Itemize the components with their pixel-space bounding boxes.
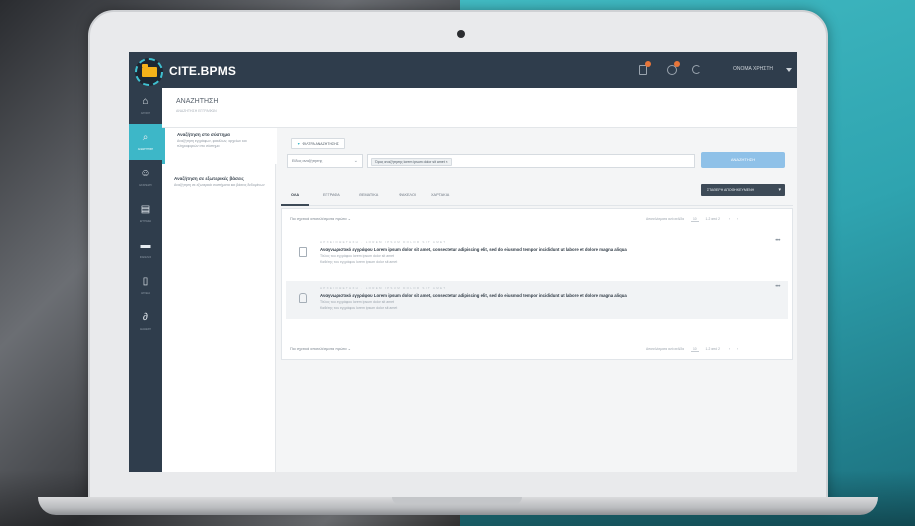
saved-search-label: ΣΤΑΘΕΡΗ ΑΠΟΘΗΚΕΥΜΕΝΗ bbox=[707, 188, 755, 192]
search-type-value: Είδος αναζήτησης bbox=[292, 159, 323, 163]
result-item[interactable]: ΑΡΧΕΙΟΘΕΤΗΣΗ · LOREM IPSUM DOLOR SIT AME… bbox=[286, 235, 788, 273]
folder-logo-icon bbox=[142, 64, 157, 77]
result-path: ΑΡΧΕΙΟΘΕΤΗΣΗ · LOREM IPSUM DOLOR SIT AME… bbox=[320, 240, 447, 244]
alerts-badge bbox=[674, 61, 680, 67]
laptop-camera bbox=[457, 30, 465, 38]
document-icon bbox=[299, 247, 307, 257]
scope-title: Αναζήτηση σε εξωτερικές βάσεις bbox=[174, 176, 244, 181]
search-button[interactable]: ΑΝΑΖΗΤΗΣΗ bbox=[701, 152, 785, 168]
sort-select[interactable]: Πιο σχετικά αποτελέσματα πρώτα ⌄ bbox=[290, 213, 351, 225]
file-icon: ▯ bbox=[142, 276, 149, 287]
result-range: 1-2 από 2 bbox=[705, 347, 720, 351]
sidebar-item-folders[interactable]: ▬ ΦΑΚΕΛΟΙ bbox=[129, 232, 162, 268]
sidebar: ⌂ ΑΡΧΙΚΗ ⌕ ΑΝΑΖΗΤΗΣΗ ☺ ΕΚΚΡΕΜΗ ▤ ΕΓΓΡΑΦΑ… bbox=[129, 88, 162, 472]
sidebar-item-label: ΕΓΓΡΑΦΑ bbox=[139, 220, 152, 223]
scope-item-system[interactable]: Αναζήτηση στο σύστημα Αναζήτηση εγγράφων… bbox=[162, 128, 276, 164]
chevron-down-icon: ▾ bbox=[778, 187, 781, 193]
notification-badge bbox=[645, 61, 651, 67]
tab-folders[interactable]: ΦΑΚΕΛΟΙ bbox=[399, 193, 416, 197]
page-header: ΑΝΑΖΗΤΗΣΗ ΑΝΑΖΗΤΗΣΗ ΕΓΓΡΑΦΩΝ bbox=[162, 88, 797, 128]
tab-all[interactable]: ΟΛΑ bbox=[291, 193, 299, 197]
sidebar-item-workflow[interactable]: ∂ ΔΙΑΘΕΣΗ bbox=[129, 304, 162, 340]
sidebar-item-search[interactable]: ⌕ ΑΝΑΖΗΤΗΣΗ bbox=[129, 124, 162, 160]
per-page-label: Αποτελέσματα ανά σελίδα bbox=[646, 347, 685, 351]
folder-icon: ▬ bbox=[140, 240, 151, 251]
result-path: ΑΡΧΕΙΟΘΕΤΗΣΗ · LOREM IPSUM DOLOR SIT AME… bbox=[320, 286, 447, 290]
workflow-icon: ∂ bbox=[143, 312, 148, 323]
search-terms-input[interactable]: Όρος αναζήτησης lorem ipsum dolor sit am… bbox=[367, 154, 695, 168]
per-page-select[interactable]: 10 bbox=[690, 217, 699, 222]
result-meta: Τίτλος του εγγράφου lorem ipsum dolor si… bbox=[320, 254, 394, 258]
brand-name: CITE.BPMS bbox=[169, 64, 237, 78]
chevron-left-icon[interactable]: ‹ bbox=[729, 217, 730, 221]
result-title[interactable]: Αναγνωριστικό εγγράφου Lorem ipsum dolor… bbox=[320, 293, 627, 298]
result-meta: Καθέτης του εγγράφου lorem ipsum dolor s… bbox=[320, 260, 398, 264]
per-page-label: Αποτελέσματα ανά σελίδα bbox=[646, 217, 685, 221]
per-page-select[interactable]: 10 bbox=[690, 347, 699, 352]
scope-description: Αναζήτηση εγγράφων, φακέλων, αρχείων και… bbox=[177, 139, 247, 148]
tab-topics[interactable]: ΘΕΜΑΤΙΚΑ bbox=[359, 193, 378, 197]
home-icon: ⌂ bbox=[142, 96, 149, 107]
tab-notes[interactable]: ΧΑΡΤΑΚΙΑ bbox=[431, 193, 449, 197]
search-icon: ⌕ bbox=[142, 132, 149, 143]
result-meta: Καθέτης του εγγράφου lorem ipsum dolor s… bbox=[320, 306, 398, 310]
pagination: Αποτελέσματα ανά σελίδα 10 1-2 από 2 ‹ › bbox=[646, 213, 738, 225]
sidebar-item-label: ΕΚΚΡΕΜΗ bbox=[139, 184, 152, 187]
filter-icon: ▼ bbox=[297, 142, 301, 146]
refresh-icon[interactable] bbox=[692, 65, 701, 74]
app-screen: CITE.BPMS ΟΝΟΜΑ ΧΡΗΣΤΗ ⌂ ΑΡΧΙΚΗ ⌕ ΑΝΑΖΗΤ… bbox=[129, 52, 797, 472]
sidebar-item-label: ΔΙΑΘΕΣΗ bbox=[140, 328, 151, 331]
user-menu[interactable]: ΟΝΟΜΑ ΧΡΗΣΤΗ bbox=[733, 66, 773, 72]
page-subtitle: ΑΝΑΖΗΤΗΣΗ ΕΓΓΡΑΦΩΝ bbox=[176, 109, 217, 113]
scope-item-external[interactable]: Αναζήτηση σε εξωτερικές βάσεις Αναζήτηση… bbox=[162, 172, 276, 208]
more-options-icon[interactable]: ••• bbox=[775, 284, 780, 290]
sidebar-item-pending[interactable]: ☺ ΕΚΚΡΕΜΗ bbox=[129, 160, 162, 196]
more-options-icon[interactable]: ••• bbox=[775, 238, 780, 244]
saved-search-button[interactable]: ΣΤΑΘΕΡΗ ΑΠΟΘΗΚΕΥΜΕΝΗ ▾ bbox=[701, 184, 785, 196]
close-icon[interactable]: × bbox=[446, 160, 448, 164]
sidebar-item-label: ΑΝΑΖΗΤΗΣΗ bbox=[137, 148, 154, 151]
sort-label: Πιο σχετικά αποτελέσματα πρώτα bbox=[290, 347, 347, 351]
top-bar: CITE.BPMS ΟΝΟΜΑ ΧΡΗΣΤΗ bbox=[129, 52, 797, 88]
main-content: ▼ ΦΙΛΤΡΑ ΑΝΑΖΗΤΗΣΗΣ Είδος αναζήτησης ⌄ Όρ… bbox=[277, 128, 797, 472]
tab-documents[interactable]: ΕΓΓΡΑΦΑ bbox=[323, 193, 340, 197]
chevron-right-icon[interactable]: › bbox=[737, 217, 738, 221]
logo[interactable] bbox=[135, 58, 163, 86]
search-term-text: Όρος αναζήτησης lorem ipsum dolor sit am… bbox=[375, 160, 445, 164]
laptop-notch bbox=[392, 497, 522, 504]
scope-description: Αναζήτηση σε εξωτερικά συστήματα και βάσ… bbox=[174, 183, 265, 187]
result-meta: Τίτλος του εγγράφου lorem ipsum dolor si… bbox=[320, 300, 394, 304]
tasks-icon: ☺ bbox=[140, 168, 151, 179]
sidebar-item-label: ΦΑΚΕΛΟΙ bbox=[139, 256, 152, 259]
chevron-left-icon[interactable]: ‹ bbox=[729, 347, 730, 351]
result-title[interactable]: Αναγνωριστικό εγγράφου Lorem ipsum dolor… bbox=[320, 247, 627, 252]
document-icon: ▤ bbox=[140, 204, 151, 215]
filter-label: ΦΙΛΤΡΑ ΑΝΑΖΗΤΗΣΗΣ bbox=[302, 142, 339, 146]
page-title: ΑΝΑΖΗΤΗΣΗ bbox=[176, 98, 219, 105]
sidebar-item-home[interactable]: ⌂ ΑΡΧΙΚΗ bbox=[129, 88, 162, 124]
chevron-down-icon: ⌄ bbox=[353, 158, 358, 164]
search-filters-button[interactable]: ▼ ΦΙΛΤΡΑ ΑΝΑΖΗΤΗΣΗΣ bbox=[291, 138, 345, 149]
result-item[interactable]: ΑΡΧΕΙΟΘΕΤΗΣΗ · LOREM IPSUM DOLOR SIT AME… bbox=[286, 281, 788, 319]
sort-label: Πιο σχετικά αποτελέσματα πρώτα bbox=[290, 217, 347, 221]
sidebar-item-label: ΑΡΧΙΚΗ bbox=[140, 112, 151, 115]
record-icon bbox=[299, 293, 307, 303]
active-tab-indicator bbox=[281, 204, 309, 206]
results-list: Πιο σχετικά αποτελέσματα πρώτα ⌄ Αποτελέ… bbox=[281, 208, 793, 360]
scope-title: Αναζήτηση στο σύστημα bbox=[177, 132, 230, 137]
sort-select-bottom[interactable]: Πιο σχετικά αποτελέσματα πρώτα ⌄ bbox=[290, 343, 351, 355]
chevron-right-icon[interactable]: › bbox=[737, 347, 738, 351]
chevron-down-icon[interactable] bbox=[786, 68, 792, 72]
sidebar-item-files[interactable]: ▯ ΑΡΧΕΙΑ bbox=[129, 268, 162, 304]
pagination-bottom: Αποτελέσματα ανά σελίδα 10 1-2 από 2 ‹ › bbox=[646, 343, 738, 355]
search-type-select[interactable]: Είδος αναζήτησης ⌄ bbox=[287, 154, 363, 168]
sidebar-item-label: ΑΡΧΕΙΑ bbox=[140, 292, 151, 295]
result-range: 1-2 από 2 bbox=[705, 217, 720, 221]
search-scope-panel: Αναζήτηση στο σύστημα Αναζήτηση εγγράφων… bbox=[162, 128, 276, 472]
sidebar-item-documents[interactable]: ▤ ΕΓΓΡΑΦΑ bbox=[129, 196, 162, 232]
search-term-chip[interactable]: Όρος αναζήτησης lorem ipsum dolor sit am… bbox=[371, 158, 452, 166]
